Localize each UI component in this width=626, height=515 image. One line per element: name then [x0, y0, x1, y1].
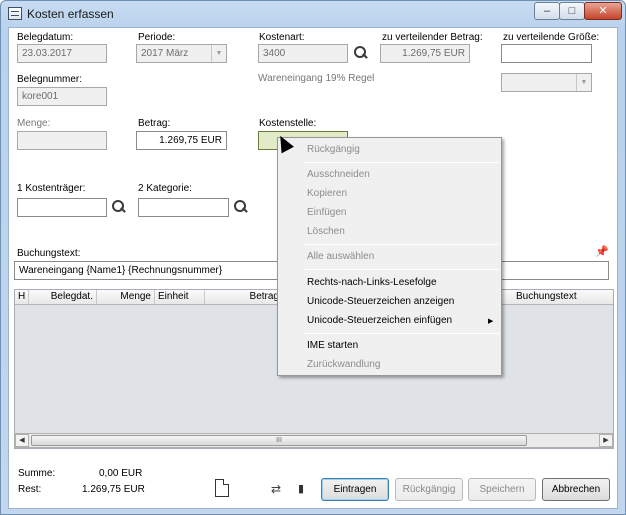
- belegdatum-field[interactable]: 23.03.2017: [17, 44, 107, 63]
- belegnummer-label: Belegnummer:: [17, 74, 83, 85]
- column-header-betrag[interactable]: Betrag: [205, 290, 283, 304]
- minimize-button[interactable]: –: [534, 2, 560, 20]
- periode-label: Periode:: [138, 32, 176, 43]
- kostenart-search-icon[interactable]: [354, 46, 368, 60]
- menu-separator: [304, 333, 499, 334]
- menu-separator: [304, 244, 499, 245]
- menu-item-alle-auswaehlen[interactable]: Alle auswählen: [307, 251, 374, 262]
- title-bar[interactable]: Kosten erfassen – □ ✕: [1, 1, 625, 27]
- groesse-unit-combobox[interactable]: ▼: [501, 73, 592, 92]
- close-button[interactable]: ✕: [584, 2, 622, 20]
- column-header-einheit[interactable]: Einheit: [155, 290, 205, 304]
- app-icon: [8, 7, 22, 20]
- betrag-label: Betrag:: [138, 118, 171, 129]
- maximize-button[interactable]: □: [559, 2, 585, 20]
- kostentraeger-search-icon[interactable]: [112, 200, 126, 214]
- new-document-icon[interactable]: [215, 479, 229, 497]
- periode-value: 2017 März: [141, 48, 189, 59]
- betrag-input[interactable]: 1.269,75 EUR: [136, 131, 227, 150]
- scrollbar-thumb[interactable]: III: [31, 435, 527, 446]
- context-menu: Rückgängig Ausschneiden Kopieren Einfüge…: [277, 137, 502, 376]
- column-header-h[interactable]: H: [15, 290, 29, 304]
- kategorie-input[interactable]: [138, 198, 229, 217]
- kostenart-field[interactable]: 3400: [258, 44, 348, 63]
- menu-item-rechts-nach-links[interactable]: Rechts-nach-Links-Lesefolge: [307, 277, 437, 288]
- rest-label: Rest:: [18, 484, 42, 495]
- scroll-right-icon[interactable]: ▶: [599, 434, 613, 447]
- eintragen-button[interactable]: Eintragen: [321, 478, 389, 501]
- menge-field[interactable]: [17, 131, 107, 150]
- kostenart-label: Kostenart:: [259, 32, 305, 43]
- menu-item-unicode-einfuegen[interactable]: Unicode-Steuerzeichen einfügen: [307, 315, 452, 326]
- betrag-verteilen-field[interactable]: 1.269,75 EUR: [380, 44, 470, 63]
- summe-label: Summe:: [18, 468, 56, 479]
- abbrechen-button[interactable]: Abbrechen: [542, 478, 610, 501]
- window-title: Kosten erfassen: [27, 7, 114, 21]
- belegdatum-label: Belegdatum:: [17, 32, 74, 43]
- menu-item-loeschen[interactable]: Löschen: [307, 226, 345, 237]
- chevron-down-icon[interactable]: ▼: [211, 45, 226, 62]
- kategorie-search-icon[interactable]: [234, 200, 248, 214]
- kategorie-label: 2 Kategorie:: [138, 183, 192, 194]
- menu-item-einfuegen[interactable]: Einfügen: [307, 207, 346, 218]
- scroll-left-icon[interactable]: ◀: [15, 434, 29, 447]
- menu-separator: [304, 269, 499, 270]
- horizontal-scrollbar[interactable]: ◀ III ▶: [14, 433, 614, 448]
- menu-item-ausschneiden[interactable]: Ausschneiden: [307, 169, 370, 180]
- kostentraeger-label: 1 Kostenträger:: [17, 183, 86, 194]
- groesse-label: zu verteilende Größe:: [503, 32, 600, 43]
- menu-item-rueckgaengig[interactable]: Rückgängig: [307, 144, 360, 155]
- rest-value: 1.269,75 EUR: [82, 484, 145, 495]
- transfer-icon[interactable]: ⇄: [271, 483, 284, 495]
- kostentraeger-input[interactable]: [17, 198, 107, 217]
- summe-value: 0,00 EUR: [99, 468, 143, 479]
- chevron-down-icon[interactable]: ▼: [576, 74, 591, 91]
- window: Kosten erfassen – □ ✕ Belegdatum: 23.03.…: [0, 0, 626, 515]
- periode-combobox[interactable]: 2017 März ▼: [136, 44, 227, 63]
- betrag-verteilen-label: zu verteilender Betrag:: [382, 32, 483, 43]
- rueckgaengig-button[interactable]: Rückgängig: [395, 478, 463, 501]
- menu-item-ime-starten[interactable]: IME starten: [307, 340, 358, 351]
- submenu-arrow-icon: ▶: [488, 318, 494, 325]
- buchungstext-label: Buchungstext:: [17, 248, 81, 259]
- kostenart-description: Wareneingang 19% Regel: [258, 73, 375, 84]
- column-header-menge[interactable]: Menge: [97, 290, 155, 304]
- menu-separator: [304, 162, 499, 163]
- kostenstelle-label: Kostenstelle:: [259, 118, 317, 129]
- book-icon[interactable]: ▮: [298, 483, 311, 495]
- menge-label: Menge:: [17, 118, 51, 129]
- column-header-belegdat[interactable]: Belegdat.: [29, 290, 97, 304]
- menu-item-unicode-anzeigen[interactable]: Unicode-Steuerzeichen anzeigen: [307, 296, 454, 307]
- groesse-input[interactable]: [501, 44, 592, 63]
- column-header-buchungstext[interactable]: Buchungstext: [513, 290, 613, 304]
- belegnummer-field[interactable]: kore001: [17, 87, 107, 106]
- menu-item-zurueckwandlung[interactable]: Zurückwandlung: [307, 359, 380, 370]
- menu-item-kopieren[interactable]: Kopieren: [307, 188, 347, 199]
- speichern-button[interactable]: Speichern: [468, 478, 536, 501]
- pin-icon[interactable]: 📌: [595, 247, 609, 259]
